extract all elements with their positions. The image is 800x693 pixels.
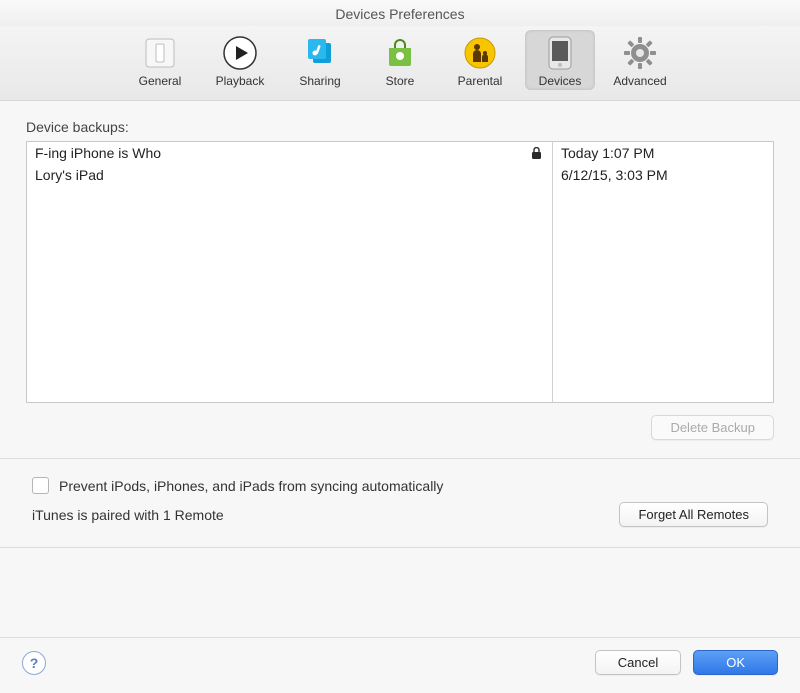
tab-sharing[interactable]: Sharing	[285, 30, 355, 90]
tab-devices[interactable]: Devices	[525, 30, 595, 90]
tab-label: Parental	[458, 74, 503, 88]
parental-icon	[461, 34, 499, 72]
backup-list[interactable]: F-ing iPhone is Who Lory's iPad Today 1:…	[26, 141, 774, 403]
general-icon	[141, 34, 179, 72]
prevent-sync-checkbox[interactable]	[32, 477, 49, 494]
preferences-window: Devices Preferences General Playback	[0, 0, 800, 693]
lock-icon	[531, 147, 542, 160]
delete-backup-button[interactable]: Delete Backup	[651, 415, 774, 440]
tab-store[interactable]: Store	[365, 30, 435, 90]
sharing-icon	[301, 34, 339, 72]
tab-label: Devices	[539, 74, 582, 88]
tab-label: Sharing	[299, 74, 340, 88]
backup-names-column: F-ing iPhone is Who Lory's iPad	[27, 142, 553, 402]
help-button[interactable]: ?	[22, 651, 46, 675]
tab-label: Advanced	[613, 74, 666, 88]
backup-date: 6/12/15, 3:03 PM	[553, 164, 773, 186]
prevent-sync-label: Prevent iPods, iPhones, and iPads from s…	[59, 478, 443, 494]
preferences-toolbar: General Playback Sharing	[0, 26, 800, 101]
tab-label: Playback	[216, 74, 265, 88]
backup-date: Today 1:07 PM	[553, 142, 773, 164]
content-pane: Device backups: F-ing iPhone is Who Lory…	[0, 101, 800, 637]
tab-general[interactable]: General	[125, 30, 195, 90]
backup-row[interactable]: F-ing iPhone is Who	[27, 142, 552, 164]
divider	[0, 547, 800, 548]
tab-advanced[interactable]: Advanced	[605, 30, 675, 90]
cancel-button[interactable]: Cancel	[595, 650, 681, 675]
backup-row[interactable]: Lory's iPad	[27, 164, 552, 186]
forget-remotes-button[interactable]: Forget All Remotes	[619, 502, 768, 527]
backups-label: Device backups:	[26, 119, 774, 135]
devices-icon	[541, 34, 579, 72]
tab-playback[interactable]: Playback	[205, 30, 275, 90]
window-title: Devices Preferences	[0, 0, 800, 26]
tab-label: Store	[386, 74, 415, 88]
gear-icon	[621, 34, 659, 72]
store-icon	[381, 34, 419, 72]
tab-parental[interactable]: Parental	[445, 30, 515, 90]
remotes-status: iTunes is paired with 1 Remote	[32, 507, 224, 523]
ok-button[interactable]: OK	[693, 650, 778, 675]
play-icon	[221, 34, 259, 72]
dialog-footer: ? Cancel OK	[0, 637, 800, 693]
backup-dates-column: Today 1:07 PM 6/12/15, 3:03 PM	[553, 142, 773, 402]
backup-name: Lory's iPad	[35, 167, 104, 183]
tab-label: General	[139, 74, 182, 88]
backup-name: F-ing iPhone is Who	[35, 145, 161, 161]
